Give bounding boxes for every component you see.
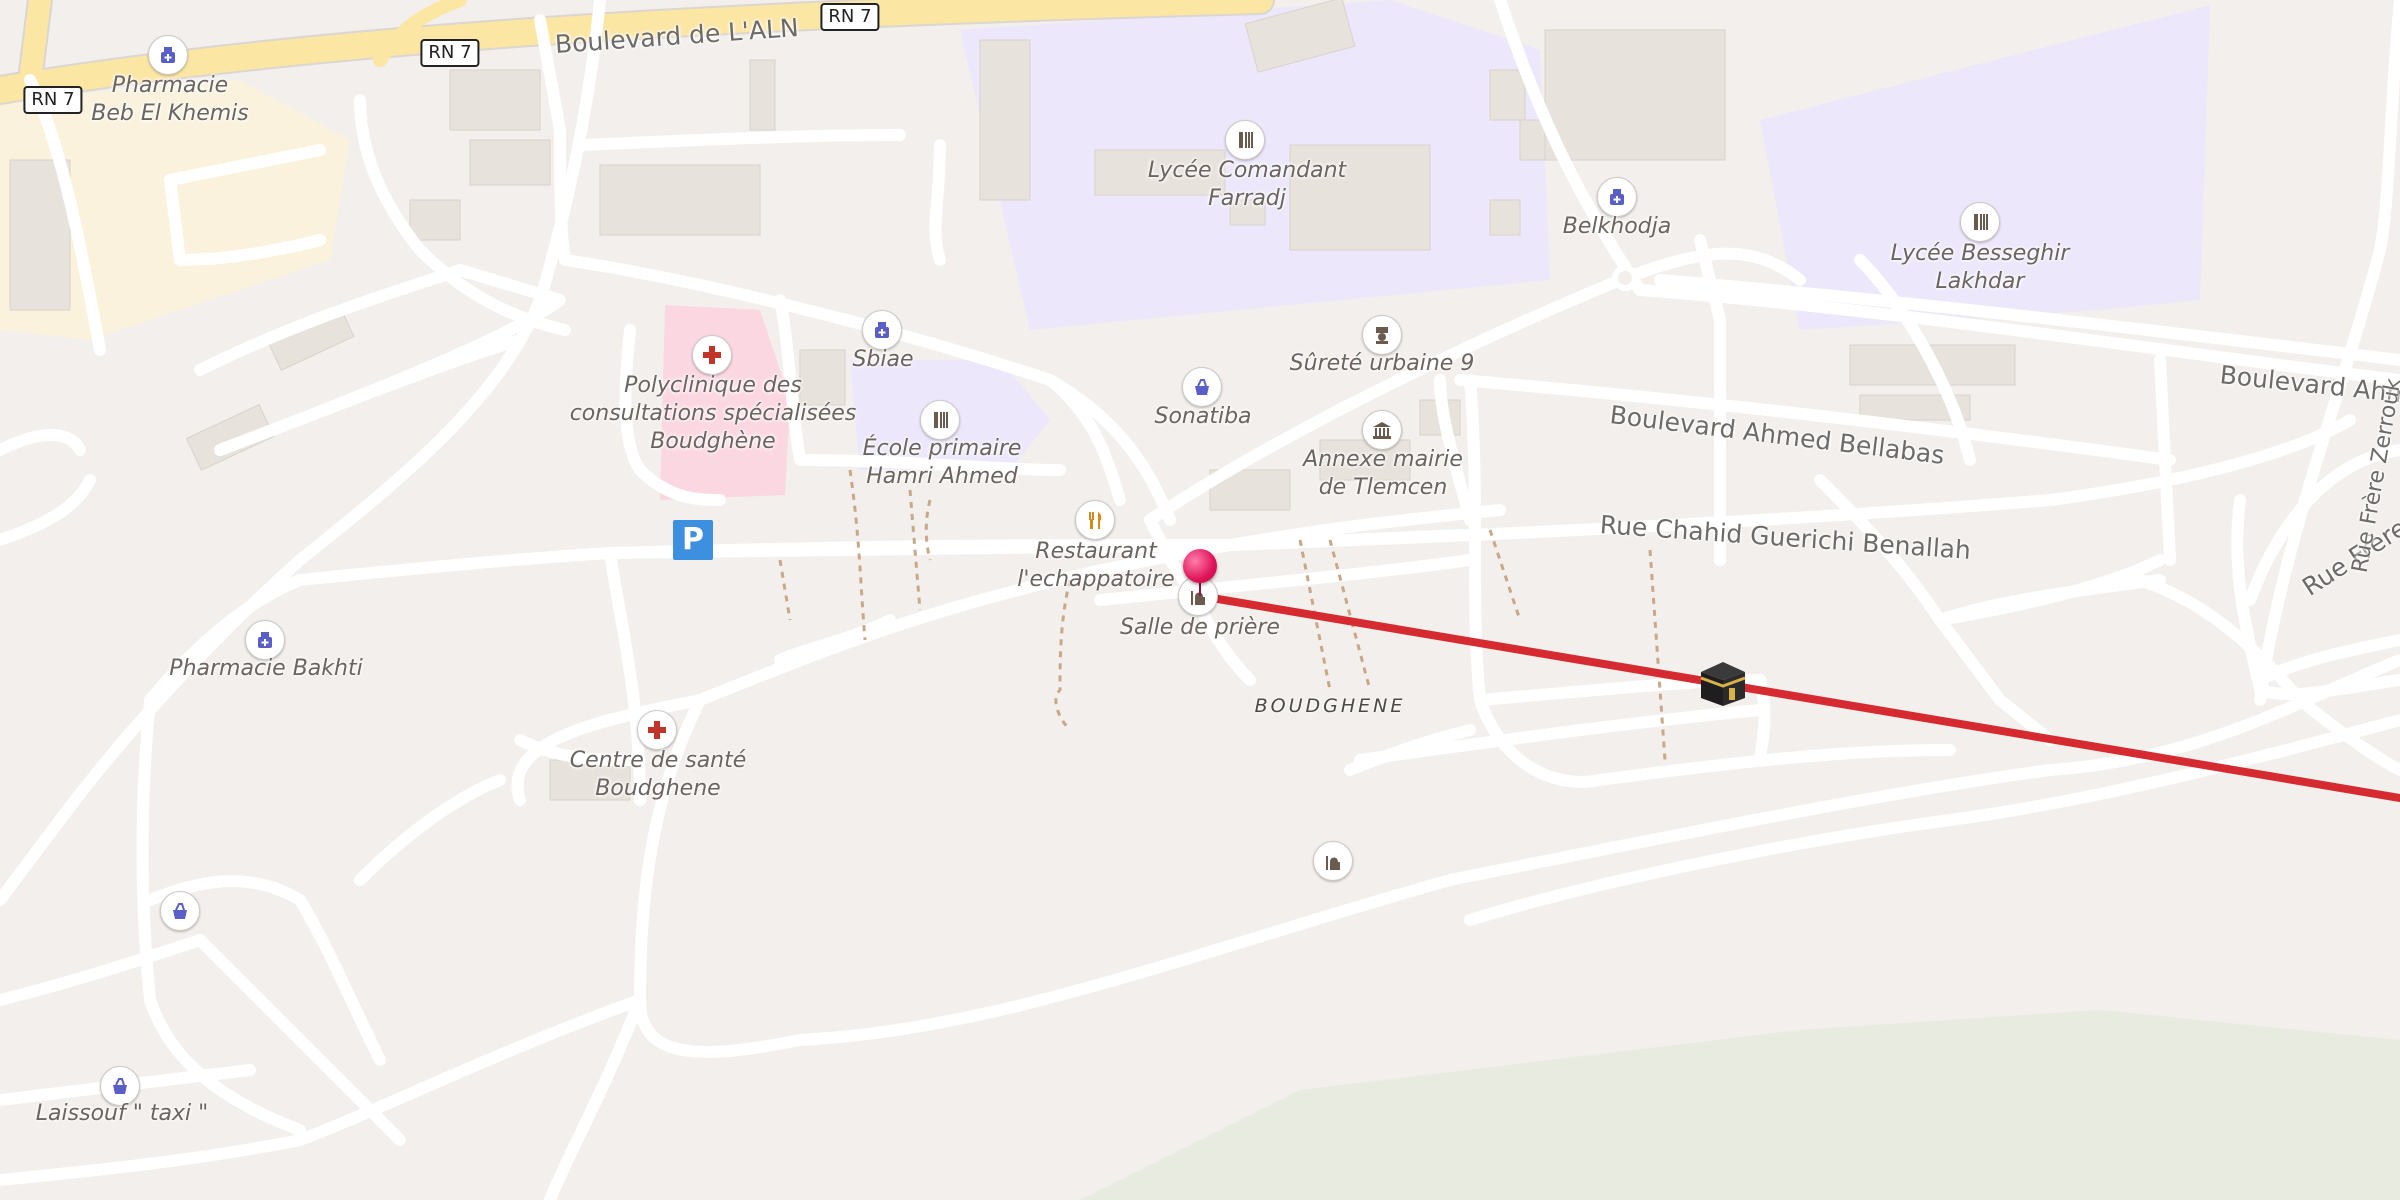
hospital-icon[interactable] [637,710,677,750]
restaurant-icon[interactable] [1075,500,1115,540]
poi-label-laissouf: Laissouf " taxi " [35,1101,209,1126]
poi-label-pharmacie-bakhti: Pharmacie Bakhti [169,656,363,681]
parking-icon[interactable]: P [673,520,713,560]
school-icon[interactable] [1225,120,1265,160]
pharmacy-icon[interactable] [148,35,188,75]
map-view[interactable]: RN 7 RN 7 RN 7 Boulevard de L'ALN Boulev… [0,0,2400,1200]
poi-label-pharmacie-beb: Pharmacie Beb El Khemis [91,73,249,126]
mosque-icon[interactable] [1313,841,1353,881]
road-shield-rn7: RN 7 [820,3,880,31]
poi-label-salle-priere: Salle de prière [1120,615,1280,640]
pharmacy-icon[interactable] [245,620,285,660]
poi-label-lycee-besseghir: Lycée Besseghir Lakhdar [1890,241,2070,294]
school-icon[interactable] [920,400,960,440]
poi-label-ecole-hamri: École primaire Hamri Ahmed [862,436,1022,489]
road-shield-rn7: RN 7 [23,86,83,114]
poi-label-sbiae: Sbiae [852,347,914,372]
school-icon[interactable] [1960,202,2000,242]
road-shield-rn7: RN 7 [420,39,480,67]
police-icon[interactable] [1362,315,1402,355]
green-area-south [1080,1010,2400,1200]
poi-label-annexe-mairie: Annexe mairie de Tlemcen [1303,447,1463,500]
hospital-icon[interactable] [692,335,732,375]
pharmacy-icon[interactable] [1597,177,1637,217]
district-label: BOUDGHENE [1254,695,1406,717]
shop-icon[interactable] [160,891,200,931]
poi-label-centre-sante: Centre de santé Boudghene [569,748,747,801]
location-pin-icon[interactable] [1183,549,1217,583]
shop-icon[interactable] [1182,367,1222,407]
townhall-icon[interactable] [1362,410,1402,450]
poi-label-polyclinique: Polyclinique des consultations spécialis… [569,373,857,454]
kaaba-icon[interactable] [1695,654,1751,714]
pharmacy-icon[interactable] [862,310,902,350]
poi-label-sonatiba: Sonatiba [1154,404,1252,429]
poi-label-belkhodja: Belkhodja [1562,214,1672,239]
poi-label-lycee-farradj: Lycée Comandant Farradj [1147,158,1347,211]
poi-label-restaurant: Restaurant l'echappatoire [1017,539,1175,592]
poi-label-surete: Sûreté urbaine 9 [1289,351,1475,376]
roundabout [1612,265,1638,291]
